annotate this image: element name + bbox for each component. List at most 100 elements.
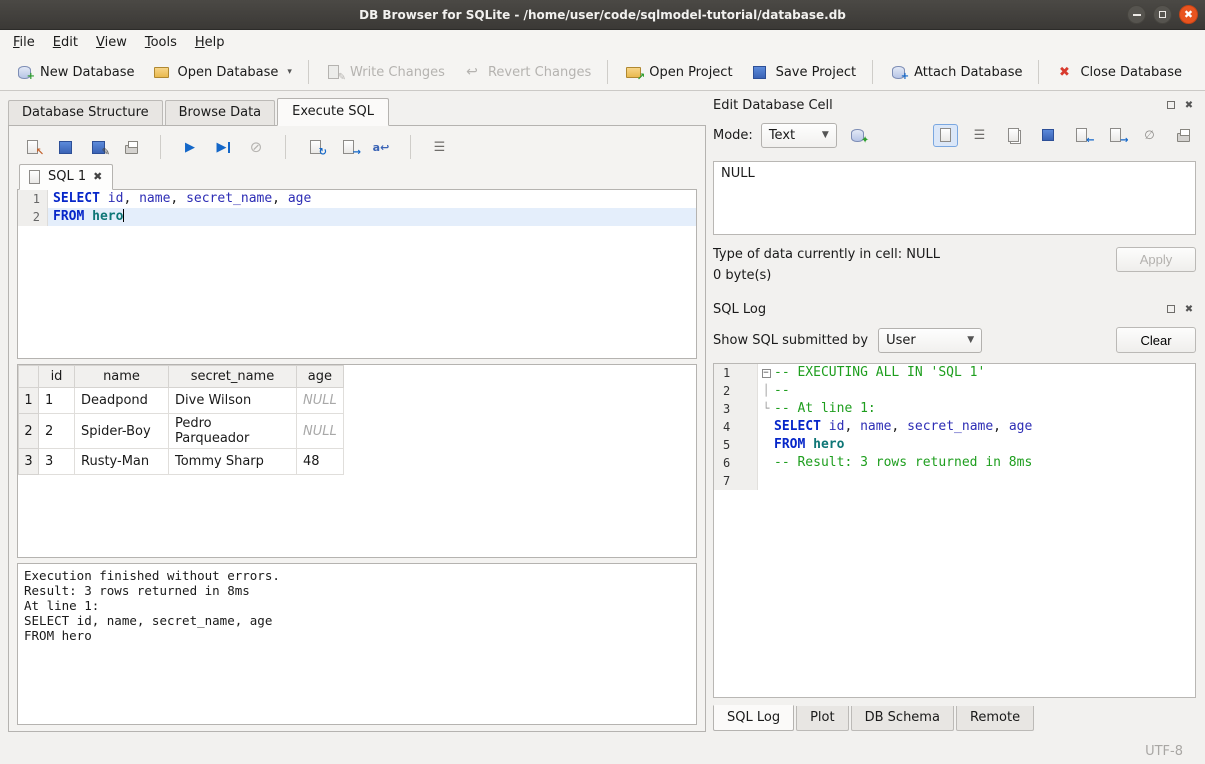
row-number[interactable]: 2 bbox=[19, 414, 39, 449]
import-file-icon: ✦ bbox=[848, 126, 866, 144]
revert-changes-icon: ↩ bbox=[463, 63, 481, 81]
open-project-button[interactable]: ↗ Open Project bbox=[615, 58, 741, 86]
fold-line-icon: │ bbox=[758, 382, 774, 400]
word-wrap-toggle-button[interactable]: ☰ bbox=[967, 124, 992, 147]
new-database-button[interactable]: + New Database bbox=[6, 58, 144, 86]
cell-age[interactable]: 48 bbox=[297, 449, 344, 475]
dock-tab-plot[interactable]: Plot bbox=[796, 706, 849, 731]
right-pane: Edit Database Cell ✖ Mode: Text ▼ ✦ ☰ ← … bbox=[706, 91, 1205, 739]
sql-tab[interactable]: SQL 1 ✖ bbox=[19, 164, 113, 190]
close-window-button[interactable]: ✖ bbox=[1179, 5, 1198, 24]
find-replace-button[interactable]: ↻ bbox=[304, 136, 326, 158]
close-dock-button[interactable]: ✖ bbox=[1182, 98, 1196, 112]
open-file-in-cell-button[interactable]: ✦ bbox=[845, 124, 870, 147]
sql-token: name bbox=[139, 191, 170, 206]
float-dock-button[interactable] bbox=[1164, 302, 1178, 316]
set-null-icon: ∅ bbox=[1144, 128, 1154, 142]
save-cell-button[interactable] bbox=[1035, 124, 1060, 147]
cell-name[interactable]: Deadpond bbox=[75, 388, 169, 414]
apply-button[interactable]: Apply bbox=[1116, 247, 1196, 272]
line-number: 1 bbox=[18, 190, 48, 208]
tab-execute-sql[interactable]: Execute SQL bbox=[277, 98, 389, 126]
sql-log-filter-row: Show SQL submitted by User ▼ Clear bbox=[713, 325, 1196, 355]
save-project-button[interactable]: Save Project bbox=[742, 58, 866, 86]
sql-editor[interactable]: 1 SELECT id, name, secret_name, age 2 FR… bbox=[17, 189, 697, 359]
cell-id[interactable]: 1 bbox=[39, 388, 75, 414]
import-cell-button[interactable]: ← bbox=[1069, 124, 1094, 147]
tab-browse-data[interactable]: Browse Data bbox=[165, 100, 276, 125]
format-sql-button[interactable]: ☰ bbox=[429, 136, 451, 158]
print-sql-button[interactable] bbox=[120, 136, 142, 158]
dock-tab-db-schema[interactable]: DB Schema bbox=[851, 706, 954, 731]
save-sql-file-button[interactable] bbox=[54, 136, 76, 158]
execution-message-box[interactable]: Execution finished without errors. Resul… bbox=[17, 563, 697, 725]
close-database-button[interactable]: ✖ Close Database bbox=[1046, 58, 1191, 86]
tab-database-structure[interactable]: Database Structure bbox=[8, 100, 163, 125]
export-results-button[interactable]: → bbox=[337, 136, 359, 158]
write-changes-button[interactable]: ✎ Write Changes bbox=[316, 58, 454, 86]
menu-edit[interactable]: Edit bbox=[44, 32, 87, 53]
main-tab-bar: Database Structure Browse Data Execute S… bbox=[8, 97, 706, 125]
results-grid[interactable]: id name secret_name age 1 1 Deadpond Div… bbox=[17, 364, 697, 558]
titlebar[interactable]: DB Browser for SQLite - /home/user/code/… bbox=[0, 0, 1205, 30]
save-cell-icon bbox=[1039, 126, 1057, 144]
set-null-button[interactable]: ∅ bbox=[1137, 124, 1162, 147]
corner-header[interactable] bbox=[19, 366, 39, 388]
export-cell-button[interactable]: → bbox=[1103, 124, 1128, 147]
dock-tab-remote[interactable]: Remote bbox=[956, 706, 1034, 731]
execute-all-button[interactable]: ▶ bbox=[179, 136, 201, 158]
cell-name[interactable]: Rusty-Man bbox=[75, 449, 169, 475]
menu-file[interactable]: File bbox=[4, 32, 44, 53]
row-number[interactable]: 3 bbox=[19, 449, 39, 475]
cell-id[interactable]: 2 bbox=[39, 414, 75, 449]
text-mode-toggle-button[interactable] bbox=[933, 124, 958, 147]
cell-content: NULL bbox=[721, 166, 755, 181]
minimize-button[interactable] bbox=[1127, 5, 1146, 24]
word-wrap-button[interactable]: a↩ bbox=[370, 136, 392, 158]
column-header-secret-name[interactable]: secret_name bbox=[169, 366, 297, 388]
cell-id[interactable]: 3 bbox=[39, 449, 75, 475]
menu-view[interactable]: View bbox=[87, 32, 136, 53]
print-icon bbox=[1177, 133, 1190, 142]
open-database-dropdown-icon[interactable]: ▾ bbox=[287, 67, 292, 77]
cell-editor[interactable]: NULL bbox=[713, 161, 1196, 235]
cell-secret-name[interactable]: Pedro Parqueador bbox=[169, 414, 297, 449]
sql-tab-bar: SQL 1 ✖ bbox=[19, 162, 697, 189]
maximize-button[interactable] bbox=[1153, 5, 1172, 24]
sql-token bbox=[84, 209, 92, 224]
open-database-button[interactable]: Open Database ▾ bbox=[144, 58, 301, 86]
mode-select[interactable]: Text ▼ bbox=[761, 123, 837, 148]
execute-current-line-button[interactable]: ▶ bbox=[212, 136, 234, 158]
revert-changes-button[interactable]: ↩ Revert Changes bbox=[454, 58, 600, 86]
sql-log-view[interactable]: 1 − -- EXECUTING ALL IN 'SQL 1' 2 │ -- 3… bbox=[713, 363, 1196, 698]
print-cell-button[interactable] bbox=[1171, 124, 1196, 147]
cell-name[interactable]: Spider-Boy bbox=[75, 414, 169, 449]
sql-toolbar-separator bbox=[160, 135, 161, 159]
attach-database-button[interactable]: + Attach Database bbox=[880, 58, 1031, 86]
copy-cell-button[interactable] bbox=[1001, 124, 1026, 147]
close-dock-button[interactable]: ✖ bbox=[1182, 302, 1196, 316]
row-number[interactable]: 1 bbox=[19, 388, 39, 414]
menu-help[interactable]: Help bbox=[186, 32, 234, 53]
cell-secret-name[interactable]: Dive Wilson bbox=[169, 388, 297, 414]
table-row: 1 1 Deadpond Dive Wilson NULL bbox=[19, 388, 344, 414]
float-dock-button[interactable] bbox=[1164, 98, 1178, 112]
dock-tab-sql-log[interactable]: SQL Log bbox=[713, 705, 794, 731]
clear-log-button[interactable]: Clear bbox=[1116, 327, 1196, 353]
cell-age[interactable]: NULL bbox=[297, 388, 344, 414]
log-line-number: 6 bbox=[714, 454, 758, 472]
cell-secret-name[interactable]: Tommy Sharp bbox=[169, 449, 297, 475]
open-sql-file-button[interactable]: ↖ bbox=[21, 136, 43, 158]
column-header-age[interactable]: age bbox=[297, 366, 344, 388]
column-header-name[interactable]: name bbox=[75, 366, 169, 388]
cell-age[interactable]: NULL bbox=[297, 414, 344, 449]
sql-token: age bbox=[1009, 419, 1032, 434]
submitted-by-select[interactable]: User ▼ bbox=[878, 328, 982, 353]
stop-execution-button[interactable]: ⊘ bbox=[245, 136, 267, 158]
window-title: DB Browser for SQLite - /home/user/code/… bbox=[359, 8, 846, 22]
save-sql-file-as-button[interactable]: ✎ bbox=[87, 136, 109, 158]
column-header-id[interactable]: id bbox=[39, 366, 75, 388]
fold-marker-icon[interactable]: − bbox=[758, 364, 774, 382]
menu-tools[interactable]: Tools bbox=[136, 32, 186, 53]
close-sql-tab-icon[interactable]: ✖ bbox=[93, 170, 102, 183]
